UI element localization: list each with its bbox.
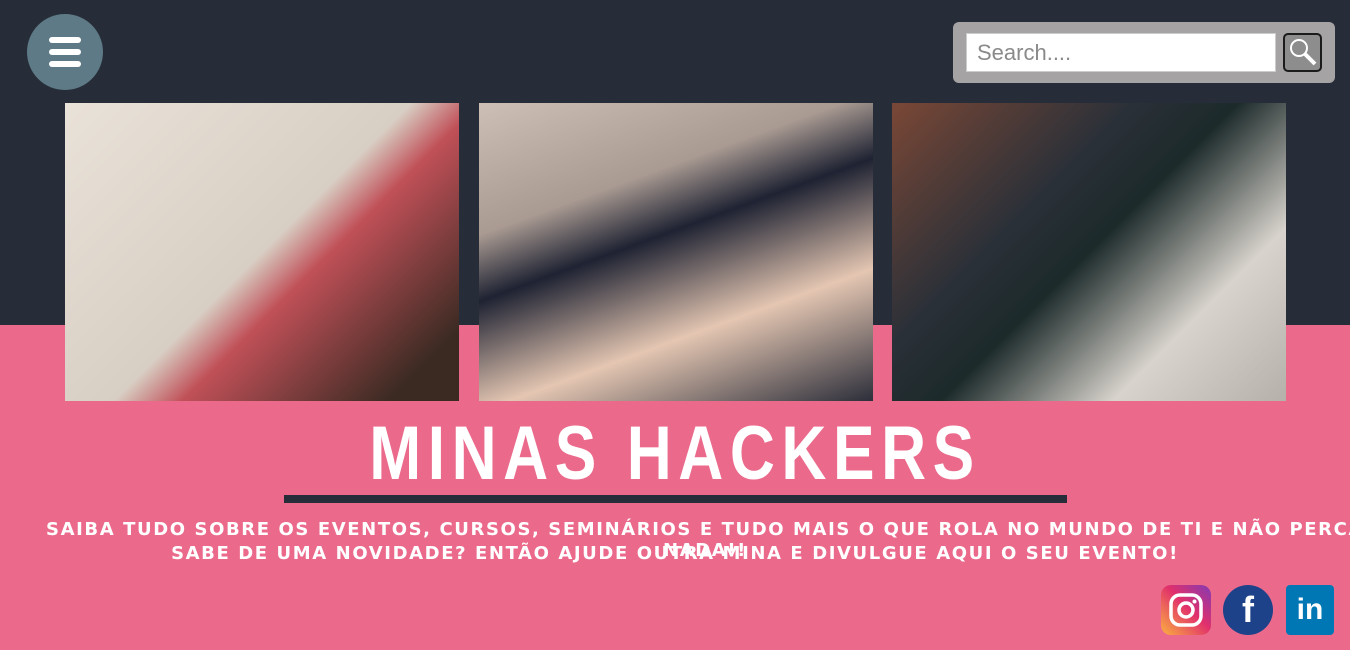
photo-woman-laptop xyxy=(65,103,459,401)
photo-surprised-woman xyxy=(892,103,1286,401)
linkedin-glyph: in xyxy=(1296,593,1324,626)
photo-laptop-code xyxy=(479,103,873,401)
title-underline xyxy=(284,495,1067,503)
search-button[interactable] xyxy=(1283,33,1322,72)
subtitle-line-2: SABE DE UMA NOVIDADE? ENTÃO AJUDE OUTRA … xyxy=(171,543,1179,564)
instagram-icon[interactable] xyxy=(1161,585,1211,635)
page-title: MINAS HACKERS xyxy=(369,411,981,496)
linkedin-icon[interactable]: in xyxy=(1286,585,1334,635)
hamburger-icon[interactable] xyxy=(27,14,103,90)
magnifier-icon xyxy=(1290,39,1317,66)
search-input[interactable] xyxy=(966,33,1276,72)
facebook-glyph: f xyxy=(1242,589,1254,630)
facebook-icon[interactable]: f xyxy=(1223,585,1273,635)
search-bar xyxy=(953,22,1335,83)
